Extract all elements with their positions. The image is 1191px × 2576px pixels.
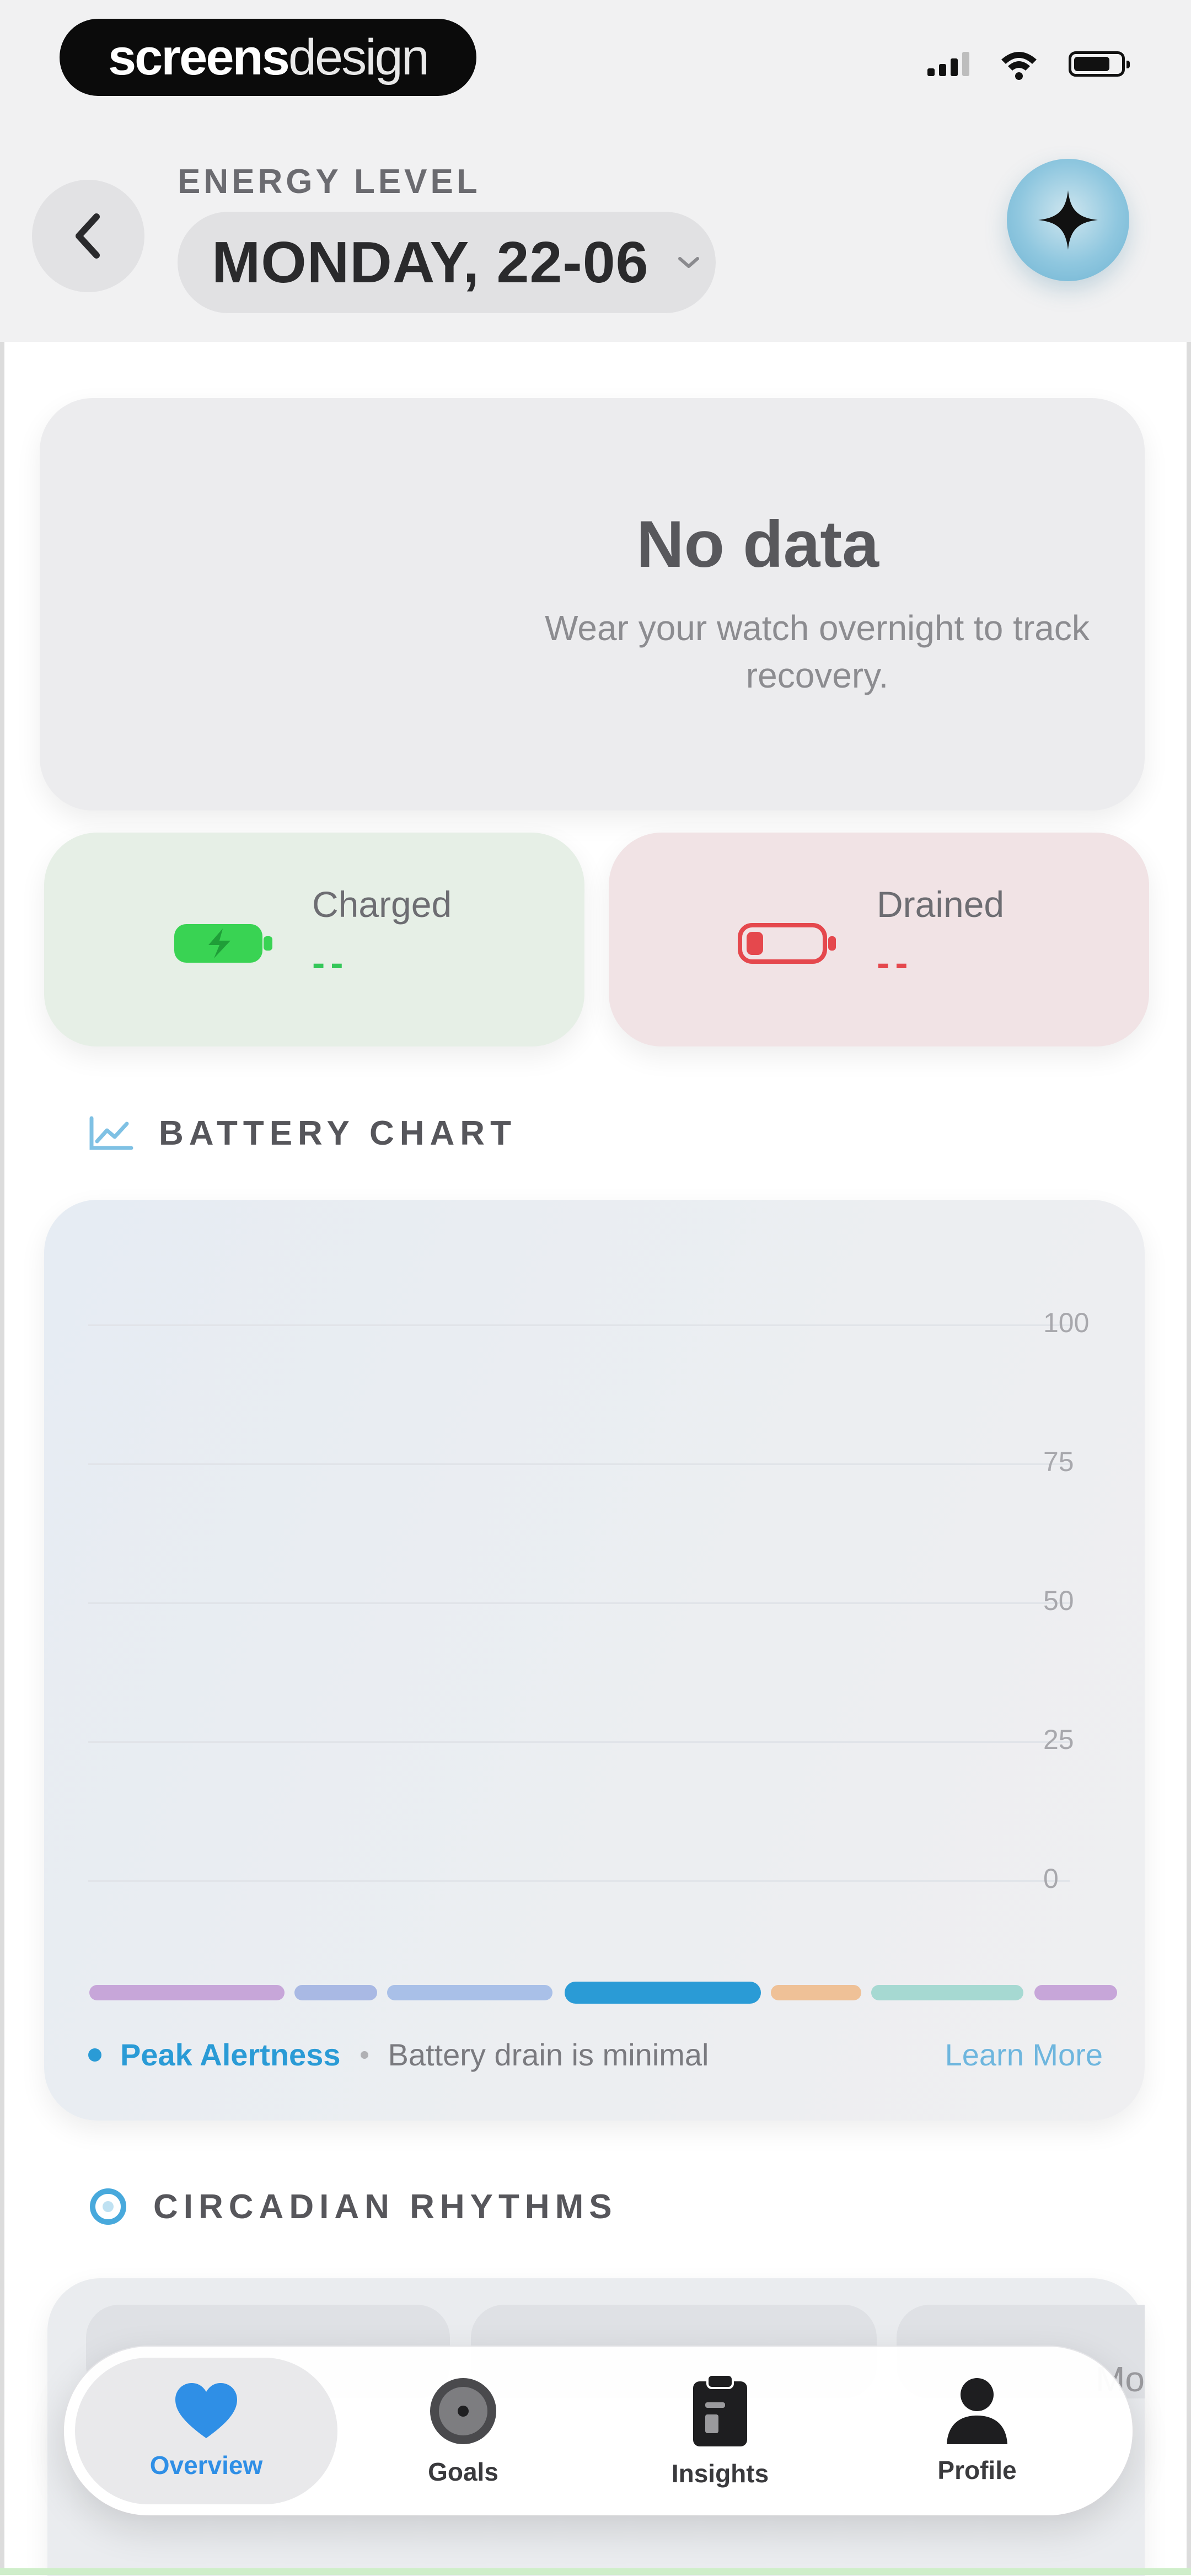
timeline-phase-segment-peak	[565, 1982, 761, 2004]
timeline-phase-segment	[89, 1985, 285, 2000]
grid-line	[88, 1602, 1070, 1604]
back-button[interactable]	[32, 180, 144, 292]
battery-low-icon	[738, 923, 836, 964]
chevron-down-icon	[678, 257, 699, 268]
tab-profile[interactable]: Profile	[846, 2358, 1108, 2504]
legend-description: Battery drain is minimal	[388, 2037, 709, 2072]
tab-goals[interactable]: Goals	[332, 2358, 594, 2504]
grid-line	[88, 1741, 1070, 1743]
timeline-phase-segment	[771, 1985, 861, 2000]
tab-goals-label: Goals	[428, 2457, 498, 2486]
charged-label: Charged	[312, 884, 452, 925]
charged-card[interactable]: Charged --	[44, 833, 584, 1046]
y-axis-tick-label: 25	[1043, 1724, 1074, 1755]
date-selector[interactable]: MONDAY, 22-06	[178, 212, 716, 313]
brand-logo: screens design	[60, 19, 476, 96]
status-icons	[927, 47, 1130, 80]
chart-icon	[89, 1116, 133, 1150]
no-data-card: No data Wear your watch overnight to tra…	[40, 398, 1145, 811]
sparkle-icon	[1038, 190, 1098, 250]
legend-phase: Peak Alertness	[120, 2037, 341, 2072]
timeline-phase-segment	[387, 1985, 552, 2000]
brand-logo-bold: screens	[108, 29, 290, 85]
date-label: MONDAY, 22-06	[212, 229, 649, 295]
drained-label: Drained	[877, 884, 1005, 925]
circadian-heading: CIRCADIAN RHYTHMS	[88, 2187, 618, 2226]
wifi-icon	[1001, 52, 1037, 80]
brand-logo-light: design	[288, 29, 430, 85]
learn-more-link[interactable]: Learn More	[945, 2037, 1103, 2073]
device-frame-right	[1187, 0, 1191, 2575]
charged-value: --	[312, 941, 349, 984]
chart-legend: Peak Alertness Battery drain is minimal …	[88, 2037, 1103, 2073]
tab-insights-label: Insights	[671, 2459, 769, 2488]
battery-charging-icon	[174, 924, 272, 963]
grid-line	[88, 1324, 1070, 1326]
drained-value: --	[877, 941, 914, 984]
ai-assistant-button[interactable]	[1007, 159, 1129, 281]
tab-overview-label: Overview	[149, 2451, 263, 2480]
no-data-title: No data	[636, 507, 879, 581]
circadian-title: CIRCADIAN RHYTHMS	[153, 2187, 618, 2226]
y-axis-tick-label: 0	[1043, 1863, 1059, 1894]
timeline-phase-segment	[294, 1985, 377, 2000]
battery-status-icon	[1069, 51, 1130, 77]
chevron-left-icon	[76, 213, 100, 259]
y-axis-tick-label: 50	[1043, 1585, 1074, 1616]
tab-overview[interactable]: Overview	[75, 2358, 337, 2504]
tab-insights[interactable]: Insights	[589, 2358, 851, 2504]
no-data-subtitle: Wear your watch overnight to track recov…	[545, 608, 1090, 695]
circadian-icon	[90, 2188, 126, 2225]
clipboard-icon	[693, 2374, 747, 2446]
header-area: screens design ENERGY LEVEL MONDAY, 22-06	[0, 0, 1191, 342]
timeline-phase-segment	[1034, 1985, 1117, 2000]
battery-chart-card: 100 75 50 25 0 Peak Alertness Battery dr…	[44, 1200, 1145, 2121]
y-axis-tick-label: 75	[1043, 1446, 1074, 1477]
person-icon	[947, 2378, 1007, 2444]
page-eyebrow: ENERGY LEVEL	[178, 163, 481, 201]
battery-chart-heading: BATTERY CHART	[88, 1114, 517, 1153]
grid-line	[88, 1463, 1070, 1465]
heart-icon	[175, 2383, 237, 2438]
tab-profile-label: Profile	[937, 2456, 1017, 2484]
device-frame-left	[0, 0, 4, 2575]
cellular-signal-icon	[927, 52, 969, 76]
target-icon	[430, 2378, 496, 2444]
timeline-phase-segment	[871, 1985, 1023, 2000]
bottom-tab-bar: Overview Goals Insights Profile	[64, 2347, 1133, 2515]
legend-separator	[360, 2051, 368, 2059]
legend-dot	[88, 2048, 101, 2062]
battery-chart-title: BATTERY CHART	[159, 1114, 517, 1152]
grid-line	[88, 1880, 1070, 1882]
drained-card[interactable]: Drained --	[609, 833, 1149, 1046]
y-axis-tick-label: 100	[1043, 1307, 1090, 1338]
bottom-edge-strip	[0, 2568, 1191, 2575]
